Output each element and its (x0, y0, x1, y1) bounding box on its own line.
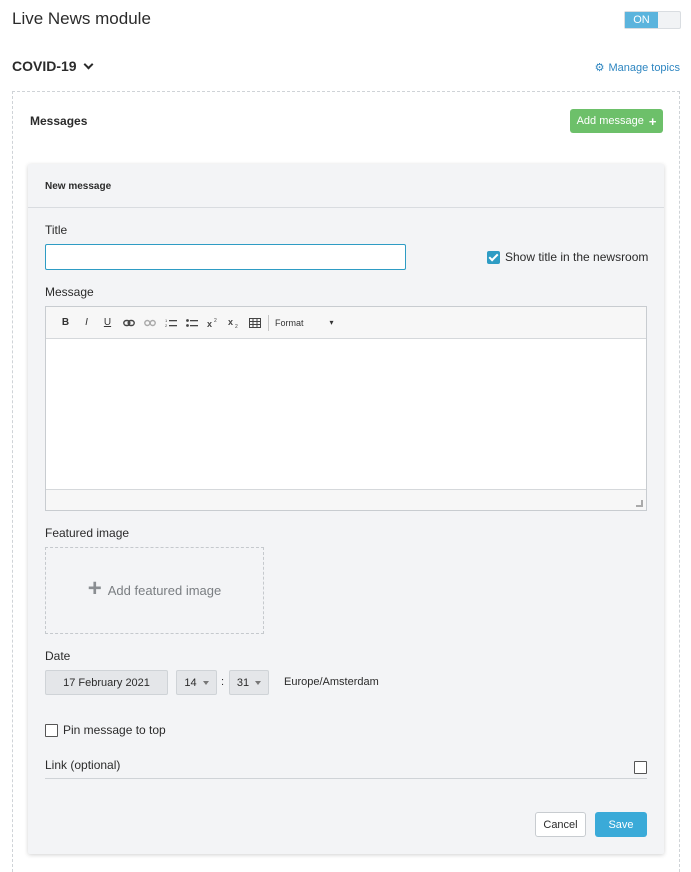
format-label: Format (275, 317, 304, 328)
card-header-title: New message (45, 181, 112, 192)
table-button[interactable] (244, 313, 265, 333)
svg-text:x: x (207, 319, 212, 328)
italic-button[interactable]: I (76, 313, 97, 333)
featured-image-label: Featured image (45, 526, 130, 540)
time-separator: : (221, 676, 225, 688)
add-featured-image-button[interactable]: + Add featured image (45, 547, 264, 634)
plus-icon: + (87, 575, 102, 602)
page-title: Live News module (12, 9, 151, 28)
topic-name: COVID-19 (12, 58, 77, 74)
svg-text:2: 2 (214, 318, 217, 324)
link-optional-label[interactable]: Link (optional) (45, 758, 120, 772)
caret-down-icon: ▾ (329, 318, 334, 327)
bullet-list-icon (185, 318, 198, 327)
pin-message-checkbox[interactable]: Pin message to top (45, 723, 166, 737)
hour-value: 14 (184, 676, 197, 689)
rich-text-editor: B I U 12 x2 x2 Format ▾ (45, 306, 647, 511)
link-checkbox[interactable] (634, 761, 647, 774)
topic-dropdown[interactable]: COVID-19 (12, 58, 94, 74)
unlink-icon (143, 319, 156, 326)
title-input[interactable] (45, 244, 406, 270)
svg-text:2: 2 (235, 324, 238, 328)
manage-topics-link[interactable]: ⚙ Manage topics (594, 61, 680, 75)
underline-button[interactable]: U (97, 313, 118, 333)
subscript-icon: x2 (228, 318, 238, 328)
checkbox-checked-icon (487, 250, 500, 264)
gear-icon: ⚙ (594, 62, 605, 74)
bullet-list-button[interactable] (181, 313, 202, 333)
card-header: New message (28, 164, 664, 208)
add-featured-image-label: Add featured image (107, 583, 222, 598)
toggle-on-label: ON (625, 12, 658, 28)
message-label: Message (45, 285, 94, 299)
hour-select[interactable]: 14 (176, 670, 217, 695)
save-button[interactable]: Save (595, 812, 647, 837)
numbered-list-icon: 12 (165, 318, 177, 328)
resize-handle-icon[interactable] (636, 500, 643, 507)
cancel-button[interactable]: Cancel (535, 812, 586, 837)
plus-icon: + (648, 113, 657, 129)
minute-select[interactable]: 31 (229, 670, 269, 695)
svg-text:x: x (228, 318, 233, 327)
editor-statusbar (46, 489, 646, 510)
date-label: Date (45, 649, 71, 663)
checkbox-icon (45, 723, 58, 737)
editor-body[interactable] (46, 339, 646, 489)
caret-down-icon (202, 680, 209, 685)
module-toggle[interactable]: ON (624, 11, 681, 29)
add-message-button[interactable]: Add message + (570, 109, 663, 133)
format-dropdown[interactable]: Format ▾ (275, 318, 334, 328)
show-title-label: Show title in the newsroom (505, 250, 649, 264)
show-title-checkbox[interactable]: Show title in the newsroom (487, 250, 648, 264)
editor-toolbar: B I U 12 x2 x2 Format ▾ (46, 307, 646, 339)
superscript-icon: x2 (207, 318, 217, 328)
divider (45, 778, 647, 779)
title-label: Title (45, 223, 68, 237)
date-picker[interactable]: 17 February 2021 (45, 670, 168, 695)
pin-label: Pin message to top (63, 723, 166, 737)
manage-topics-label: Manage topics (608, 61, 680, 74)
table-icon (248, 317, 261, 328)
timezone-label: Europe/Amsterdam (284, 676, 379, 688)
chevron-down-icon (83, 59, 94, 69)
numbered-list-button[interactable]: 12 (160, 313, 181, 333)
superscript-button[interactable]: x2 (202, 313, 223, 333)
toolbar-separator (268, 314, 269, 331)
messages-heading: Messages (30, 114, 88, 128)
link-button[interactable] (118, 313, 139, 333)
bold-button[interactable]: B (55, 313, 76, 333)
subscript-button[interactable]: x2 (223, 313, 244, 333)
unlink-button[interactable] (139, 313, 160, 333)
caret-down-icon (255, 680, 262, 685)
minute-value: 31 (236, 676, 250, 689)
link-icon (122, 319, 135, 326)
add-message-label: Add message (576, 115, 644, 127)
svg-text:2: 2 (165, 323, 168, 328)
date-value: 17 February 2021 (63, 676, 150, 689)
